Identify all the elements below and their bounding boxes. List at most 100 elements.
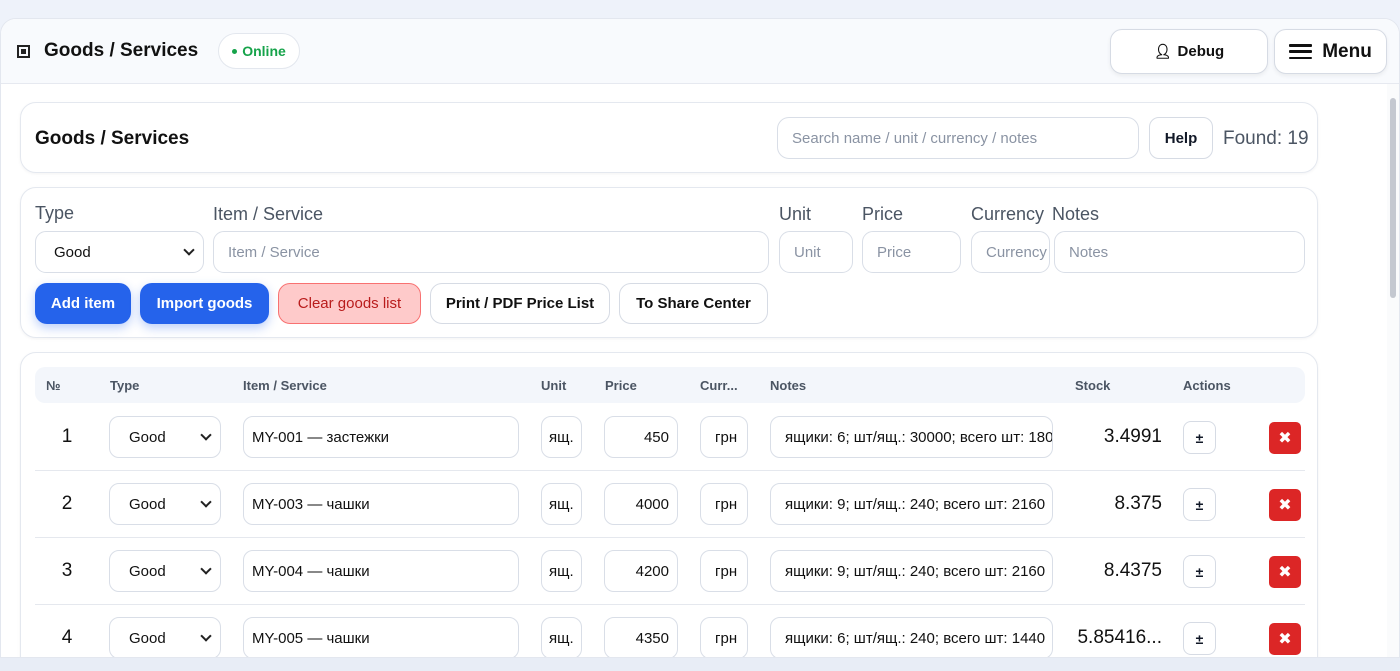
- col-price: Price: [605, 378, 637, 393]
- row-number: 1: [61, 426, 73, 447]
- type-select-value: Good: [54, 243, 91, 261]
- print-price-list-button[interactable]: Print / PDF Price List: [430, 283, 610, 324]
- adjust-stock-button[interactable]: ±: [1183, 622, 1216, 655]
- delete-row-button[interactable]: ✖: [1269, 489, 1301, 521]
- app-icon: [17, 45, 30, 58]
- item-input[interactable]: Item / Service: [213, 231, 769, 273]
- status-label: Online: [242, 43, 286, 59]
- row-stock: 8.375: [1114, 493, 1162, 514]
- status-dot-icon: [232, 48, 238, 54]
- goods-table: № Type Item / Service Unit Price Curr...…: [20, 352, 1318, 657]
- row-number: 2: [61, 493, 73, 514]
- delete-row-button[interactable]: ✖: [1269, 623, 1301, 655]
- col-type: Type: [110, 378, 140, 393]
- debug-button[interactable]: 👤︎ Debug: [1110, 29, 1268, 74]
- type-label: Type: [35, 203, 75, 223]
- app-title: Goods / Services: [44, 40, 199, 61]
- row-item-input[interactable]: MY-005 — чашки: [243, 617, 519, 657]
- row-unit-input[interactable]: ящ.: [541, 550, 582, 592]
- row-currency-input[interactable]: грн: [700, 617, 748, 657]
- row-unit-input[interactable]: ящ.: [541, 483, 582, 525]
- row-type-value: Good: [129, 562, 166, 580]
- unit-input[interactable]: Unit: [779, 231, 853, 273]
- chevron-down-icon: [200, 496, 212, 508]
- row-stock: 3.4991: [1103, 426, 1162, 447]
- hamburger-icon: [1289, 44, 1313, 59]
- adjust-stock-button[interactable]: ±: [1183, 555, 1216, 588]
- row-type-value: Good: [129, 428, 166, 446]
- row-currency-input[interactable]: грн: [700, 550, 748, 592]
- notes-input[interactable]: Notes: [1054, 231, 1305, 273]
- row-stock: 5.85416...: [1077, 627, 1162, 648]
- row-type-select[interactable]: Good: [109, 550, 221, 592]
- currency-input[interactable]: Currency: [971, 231, 1050, 273]
- share-center-button[interactable]: To Share Center: [619, 283, 768, 324]
- row-item-input[interactable]: MY-001 — застежки: [243, 416, 519, 458]
- table-row: 1 Good MY-001 — застежки ящ. 450 грн ящи…: [35, 404, 1305, 471]
- col-currency: Curr...: [700, 378, 738, 393]
- col-unit: Unit: [541, 378, 567, 393]
- chevron-down-icon: [200, 563, 212, 575]
- row-currency-input[interactable]: грн: [700, 483, 748, 525]
- top-bar: Goods / Services Online 👤︎ Debug Menu: [1, 19, 1399, 84]
- unit-label: Unit: [779, 204, 812, 224]
- row-price-input[interactable]: 4350: [604, 617, 678, 657]
- debug-label: Debug: [1177, 43, 1225, 60]
- adjust-stock-button[interactable]: ±: [1183, 421, 1216, 454]
- import-goods-button[interactable]: Import goods: [140, 283, 269, 324]
- row-price-input[interactable]: 4000: [604, 483, 678, 525]
- chevron-down-icon: [200, 630, 212, 642]
- row-price-input[interactable]: 4200: [604, 550, 678, 592]
- scrollbar-thumb[interactable]: [1390, 98, 1396, 298]
- row-type-select[interactable]: Good: [109, 416, 221, 458]
- help-button[interactable]: Help: [1149, 117, 1213, 159]
- add-item-form: Type Item / Service Unit Price Currency …: [20, 187, 1318, 338]
- chevron-down-icon: [183, 244, 195, 256]
- menu-button[interactable]: Menu: [1274, 29, 1387, 74]
- type-select[interactable]: Good: [35, 231, 204, 273]
- status-badge: Online: [218, 33, 300, 69]
- row-number: 3: [61, 560, 73, 581]
- search-input[interactable]: [777, 117, 1139, 159]
- page-title: Goods / Services: [35, 128, 190, 149]
- row-item-input[interactable]: MY-004 — чашки: [243, 550, 519, 592]
- row-type-select[interactable]: Good: [109, 483, 221, 525]
- row-unit-input[interactable]: ящ.: [541, 617, 582, 657]
- user-icon: 👤︎: [1153, 43, 1172, 59]
- col-num: №: [46, 378, 61, 393]
- row-notes-input[interactable]: ящики: 6; шт/ящ.: 30000; всего шт: 18000…: [770, 416, 1053, 458]
- table-row: 3 Good MY-004 — чашки ящ. 4200 грн ящики…: [35, 538, 1305, 605]
- table-row: 2 Good MY-003 — чашки ящ. 4000 грн ящики…: [35, 471, 1305, 538]
- table-row: 4 Good MY-005 — чашки ящ. 4350 грн ящики…: [35, 605, 1305, 657]
- price-input[interactable]: Price: [862, 231, 961, 273]
- price-label: Price: [862, 204, 904, 224]
- row-stock: 8.4375: [1103, 560, 1162, 581]
- adjust-stock-button[interactable]: ±: [1183, 488, 1216, 521]
- add-item-button[interactable]: Add item: [35, 283, 131, 324]
- row-type-select[interactable]: Good: [109, 617, 221, 657]
- row-notes-input[interactable]: ящики: 6; шт/ящ.: 240; всего шт: 1440: [770, 617, 1053, 657]
- row-currency-input[interactable]: грн: [700, 416, 748, 458]
- row-notes-input[interactable]: ящики: 9; шт/ящ.: 240; всего шт: 2160: [770, 483, 1053, 525]
- row-price-input[interactable]: 450: [604, 416, 678, 458]
- menu-label: Menu: [1322, 40, 1372, 62]
- chevron-down-icon: [200, 429, 212, 441]
- delete-row-button[interactable]: ✖: [1269, 556, 1301, 588]
- app-window: Goods / Services Online 👤︎ Debug Menu Go…: [0, 18, 1400, 658]
- row-notes-input[interactable]: ящики: 9; шт/ящ.: 240; всего шт: 2160: [770, 550, 1053, 592]
- row-unit-input[interactable]: ящ.: [541, 416, 582, 458]
- row-type-value: Good: [129, 495, 166, 513]
- col-item: Item / Service: [243, 378, 327, 393]
- found-count: Found: 19: [1223, 128, 1309, 149]
- col-notes: Notes: [770, 378, 807, 393]
- table-header: № Type Item / Service Unit Price Curr...…: [35, 367, 1305, 403]
- delete-row-button[interactable]: ✖: [1269, 422, 1301, 454]
- currency-label: Currency: [971, 204, 1045, 224]
- row-type-value: Good: [129, 629, 166, 647]
- clear-goods-button[interactable]: Clear goods list: [278, 283, 421, 324]
- col-stock: Stock: [1075, 378, 1111, 393]
- header-card: Goods / Services Help Found: 19: [20, 102, 1318, 173]
- row-number: 4: [61, 627, 73, 648]
- col-actions: Actions: [1183, 378, 1231, 393]
- row-item-input[interactable]: MY-003 — чашки: [243, 483, 519, 525]
